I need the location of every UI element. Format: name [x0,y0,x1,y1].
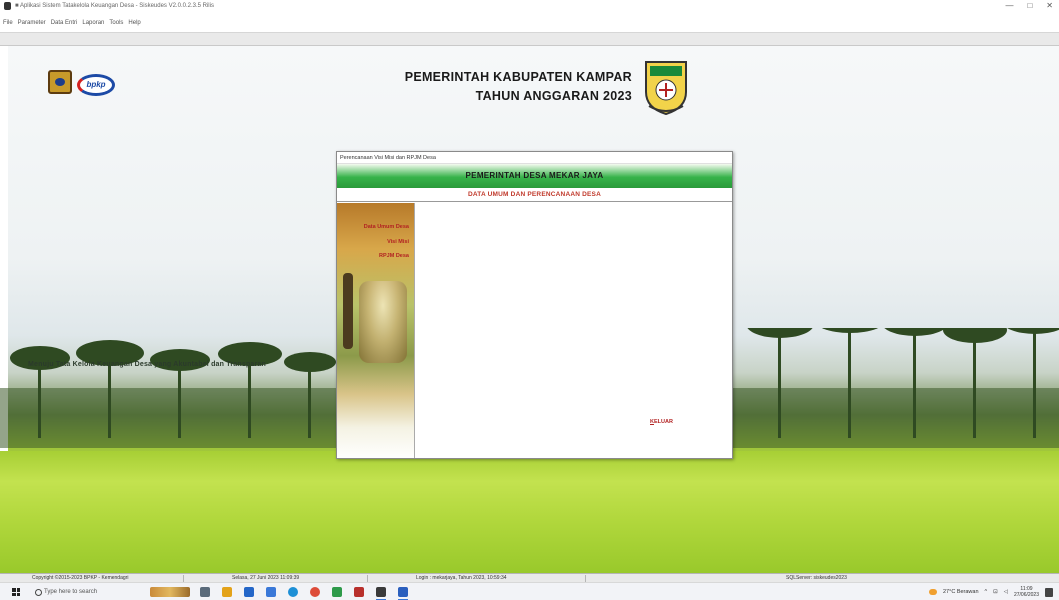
windows-start-icon[interactable] [12,588,20,596]
keluar-label: ELUAR [653,419,673,425]
nav-data-umum-desa[interactable]: Data Umum Desa [339,224,409,230]
dialog-title: Perencanaan Visi Misi dan RPJM Desa [337,152,732,164]
network-icon[interactable]: ⊡ [993,589,998,595]
minimize-button[interactable]: — [1005,1,1013,10]
notification-icon[interactable] [1045,587,1053,597]
keluar-button[interactable]: KELUAR [650,419,673,425]
rice-field [0,451,1059,573]
nav-rpjm-desa[interactable]: RPJM Desa [339,253,409,259]
file-explorer-icon[interactable] [222,587,232,597]
tagline-text: Menuju Tata Kelola Keuangan Desa yang Ak… [28,361,267,368]
chrome-icon[interactable] [310,587,320,597]
toolbar [0,32,1059,46]
dialog-nav-panel: Data Umum Desa Visi Misi RPJM Desa [337,203,415,458]
edge-icon[interactable] [288,587,298,597]
volume-icon[interactable]: ◁ [1004,589,1008,595]
task-view-icon[interactable] [200,587,210,597]
menu-file[interactable]: File [3,20,13,26]
garuda-emblem-icon [48,70,72,94]
weather-icon [929,589,937,595]
dialog-subheader: DATA UMUM DAN PERENCANAAN DESA [337,188,732,202]
dialog-content-area: KELUAR [416,203,732,458]
menu-help[interactable]: Help [128,20,140,26]
taskbar-search-input[interactable]: Type here to search [33,586,143,598]
window-controls: — □ ✕ [1005,1,1053,10]
mail-icon[interactable] [266,587,276,597]
chevron-up-icon[interactable]: ^ [985,589,988,595]
menu-bar: File Parameter Data Entri Laporan Tools … [0,12,1059,32]
government-title: PEMERINTAH KABUPATEN KAMPAR TAHUN ANGGAR… [400,68,632,106]
green-app-icon[interactable] [332,587,342,597]
taskbar-clock[interactable]: 11:09 27/06/2023 [1014,586,1039,598]
menu-parameter[interactable]: Parameter [18,20,46,26]
bpkp-logo: bpkp [77,74,115,96]
farmer-illustration [343,273,353,349]
menu-laporan[interactable]: Laporan [82,20,104,26]
red-app-icon[interactable] [354,587,364,597]
kampar-crest-icon [645,61,687,116]
siskeudes-app-icon[interactable] [376,587,386,600]
plants-illustration [359,281,407,363]
word-icon[interactable] [398,587,408,600]
title-line-1: PEMERINTAH KABUPATEN KAMPAR [404,70,632,84]
menu-tools[interactable]: Tools [109,20,123,26]
taskbar: Type here to search 27°C Berawan ^ ⊡ ◁ 1… [0,582,1059,600]
store-icon[interactable] [244,587,254,597]
maximize-button[interactable]: □ [1027,1,1032,10]
dialog-body: Data Umum Desa Visi Misi RPJM Desa KELUA… [337,203,732,458]
status-bar: Copyright ©2015-2023 BPKP - Kemendagri S… [0,573,1059,583]
window-title: ■ Aplikasi Sistem Tatakelola Keuangan De… [15,3,214,9]
clock-date: 27/06/2023 [1013,592,1039,598]
app-icon [4,2,11,10]
nav-visi-misi[interactable]: Visi Misi [339,239,409,245]
weather-text[interactable]: 27°C Berawan [943,589,979,595]
window-title-bar: ■ Aplikasi Sistem Tatakelola Keuangan De… [0,0,1059,12]
title-line-2: TAHUN ANGGARAN 2023 [475,89,632,103]
dialog-header: PEMERINTAH DESA MEKAR JAYA [337,164,732,188]
system-tray: 27°C Berawan ^ ⊡ ◁ 11:09 27/06/2023 [929,583,1059,600]
close-button[interactable]: ✕ [1046,1,1053,10]
menu-data-entri[interactable]: Data Entri [51,20,78,26]
perencanaan-dialog: Perencanaan Visi Misi dan RPJM Desa PEME… [336,151,733,459]
mdi-background: bpkp PEMERINTAH KABUPATEN KAMPAR TAHUN A… [0,46,1059,573]
taskbar-news-widget[interactable] [150,587,190,597]
